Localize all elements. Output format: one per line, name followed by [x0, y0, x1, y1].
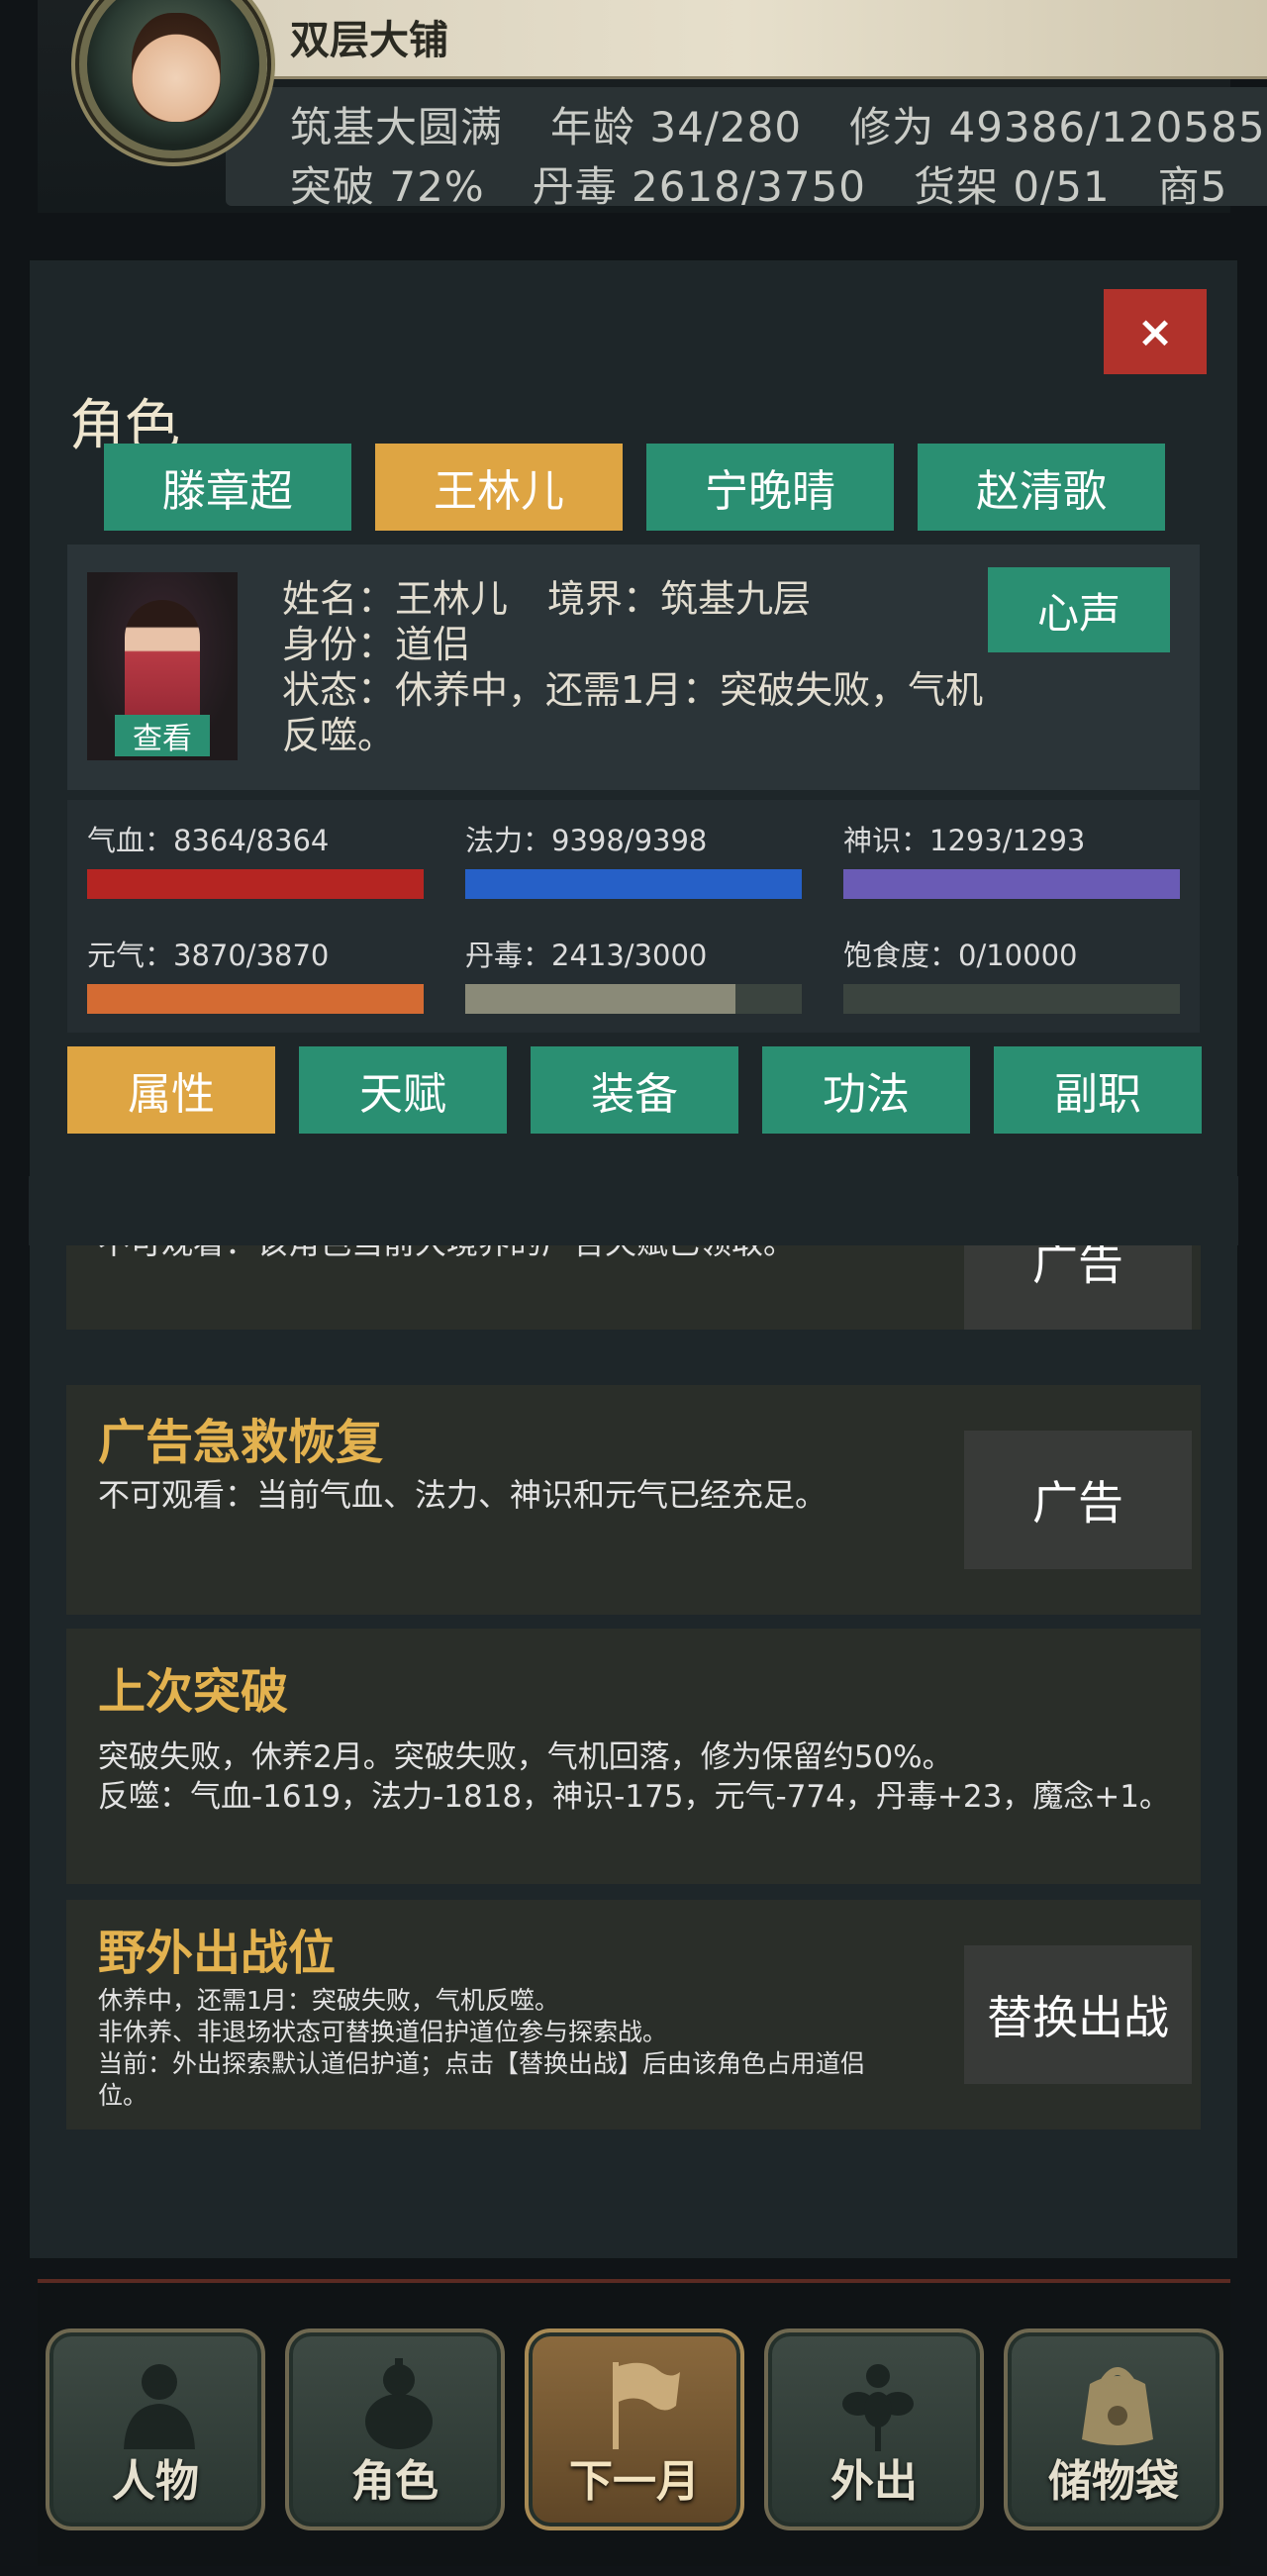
shop-name: 双层大铺 [290, 18, 448, 63]
stat-label: 神识：1293/1293 [843, 824, 1086, 857]
tab-character-3[interactable]: 宁晚晴 [646, 444, 894, 531]
stats-line-1: 筑基大圆满 年龄 34/280 修为 49386/120585 [290, 94, 1267, 154]
attributes-content[interactable]: 不可观看：该角色当前大境界的广告天赋已领取。 广告 广告急救恢复 不可观看：当前… [29, 1245, 1238, 2235]
ad-emergency-card: 广告急救恢复 不可观看：当前气血、法力、神识和元气已经充足。 广告 [66, 1385, 1201, 1615]
stat-bar-fill [87, 869, 424, 899]
stat-label: 丹毒：2413/3000 [465, 939, 708, 972]
name-realm-row: 姓名：王林儿 境界：筑基九层 [282, 576, 995, 622]
tab-equipment[interactable]: 装备 [531, 1046, 738, 1134]
stats-panel: 气血：8364/8364 法力：9398/9398 神识：1293/1293 元… [67, 800, 1200, 1033]
field-slot-line-3: 当前：外出探索默认道侣护道；点击【替换出战】后由该角色占用道侣位。 [98, 2049, 866, 2110]
field-slot-card: 野外出战位 休养中，还需1月：突破失败，气机反噬。 非休养、非退场状态可替换道侣… [66, 1900, 1201, 2130]
nav-next-month[interactable]: 下一月 [525, 2328, 744, 2530]
tab-character-1[interactable]: 滕章超 [104, 444, 351, 531]
stat-bar-fill [465, 869, 802, 899]
character-tabs: 滕章超 王林儿 宁晚晴 赵清歌 [104, 444, 1165, 531]
nav-label: 外出 [830, 2456, 918, 2507]
stat-bar [465, 984, 802, 1014]
bag-icon [1068, 2354, 1167, 2453]
tabs-divider [29, 1176, 1238, 1245]
stat-spirit: 神识：1293/1293 [843, 818, 1180, 899]
ad-talent-card: 不可观看：该角色当前大境界的广告天赋已领取。 广告 [66, 1245, 1201, 1330]
view-portrait-button[interactable]: 查看 [115, 715, 210, 756]
field-slot-line-2: 非休养、非退场状态可替换道侣护道位参与探索战。 [98, 2018, 668, 2046]
ad-talent-text: 不可观看：该角色当前大境界的广告天赋已领取。 [98, 1245, 795, 1263]
nav-label: 角色 [351, 2456, 439, 2507]
character-details: 姓名：王林儿 境界：筑基九层 身份：道侣 状态：休养中，还需1月：突破失败，气机反… [282, 576, 995, 758]
age-stat: 年龄 34/280 [550, 103, 803, 151]
bottom-navigation: 人物 角色 下一月 外出 储物袋 [38, 2279, 1230, 2566]
character-info-card: 查看 姓名：王林儿 境界：筑基九层 身份：道侣 状态：休养中，还需1月：突破失败，… [67, 545, 1200, 790]
character-status: 状态：休养中，还需1月：突破失败，气机反噬。 [282, 668, 984, 757]
stat-bar [465, 869, 802, 899]
nav-label: 人物 [112, 2456, 199, 2507]
inner-voice-button[interactable]: 心声 [988, 567, 1170, 652]
nav-role[interactable]: 角色 [285, 2328, 505, 2530]
tab-side-job[interactable]: 副职 [994, 1046, 1202, 1134]
stat-hp: 气血：8364/8364 [87, 818, 424, 899]
last-breakthrough-line-1: 突破失败，休养2月。突破失败，气机回落，修为保留约50%。 [98, 1739, 953, 1775]
last-breakthrough-title: 上次突破 [98, 1664, 289, 1720]
nav-storage-bag[interactable]: 储物袋 [1004, 2328, 1223, 2530]
avatar-portrait-icon [132, 13, 221, 122]
stat-label: 饱食度：0/10000 [843, 939, 1078, 972]
gourd-icon [349, 2354, 448, 2453]
ad-talent-button[interactable]: 广告 [964, 1245, 1192, 1330]
tab-attributes[interactable]: 属性 [67, 1046, 275, 1134]
stat-label: 元气：3870/3870 [87, 939, 330, 972]
flag-icon [589, 2354, 688, 2453]
field-slot-title: 野外出战位 [98, 1926, 337, 1981]
stat-bar-fill [87, 984, 424, 1014]
pill-toxin-stat: 丹毒 2618/3750 [532, 162, 866, 211]
ad-emergency-title: 广告急救恢复 [98, 1415, 384, 1470]
last-breakthrough-card: 上次突破 突破失败，休养2月。突破失败，气机回落，修为保留约50%。 反噬：气血… [66, 1629, 1201, 1884]
close-button[interactable]: × [1104, 289, 1207, 374]
stat-vitality: 元气：3870/3870 [87, 933, 424, 1014]
field-slot-line-1: 休养中，还需1月：突破失败，气机反噬。 [98, 1986, 559, 2015]
stat-satiety: 饱食度：0/10000 [843, 933, 1180, 1014]
flower-icon [828, 2354, 927, 2453]
tab-character-2[interactable]: 王林儿 [375, 444, 623, 531]
nav-label: 储物袋 [1048, 2456, 1179, 2507]
stat-bar [87, 984, 424, 1014]
ad-emergency-text: 不可观看：当前气血、法力、神识和元气已经充足。 [98, 1476, 828, 1514]
swap-battle-button[interactable]: 替换出战 [964, 1945, 1192, 2084]
tab-talents[interactable]: 天赋 [299, 1046, 507, 1134]
stat-bar-fill [843, 869, 1180, 899]
tab-techniques[interactable]: 功法 [762, 1046, 970, 1134]
top-status-header: 双层大铺 筑基大圆满 年龄 34/280 修为 49386/120585 突破 72… [38, 0, 1267, 213]
last-breakthrough-line-2: 反噬：气血-1619，法力-1818，神识-175，元气-774，丹毒+23，魔… [98, 1779, 1170, 1815]
character-realm: 境界：筑基九层 [547, 577, 812, 621]
detail-tabs: 属性 天赋 装备 功法 副职 [67, 1046, 1202, 1134]
breakthrough-stat: 突破 72% [290, 162, 485, 211]
character-name: 姓名：王林儿 [282, 577, 509, 621]
nav-person[interactable]: 人物 [46, 2328, 265, 2530]
stat-bar [843, 869, 1180, 899]
merchant-stat: 商5 [1157, 162, 1228, 211]
stat-mana: 法力：9398/9398 [465, 818, 802, 899]
person-icon [110, 2354, 209, 2453]
stat-bar-fill [465, 984, 736, 1014]
stat-label: 法力：9398/9398 [465, 824, 708, 857]
character-identity: 身份：道侣 [282, 623, 471, 666]
nav-go-out[interactable]: 外出 [764, 2328, 984, 2530]
stats-line-2: 突破 72% 丹毒 2618/3750 货架 0/51 商5 [290, 153, 1267, 214]
stat-pill-toxin: 丹毒：2413/3000 [465, 933, 802, 1014]
ad-emergency-button[interactable]: 广告 [964, 1431, 1192, 1569]
cultivation-stat: 修为 49386/120585 [849, 103, 1266, 151]
shelf-stat: 货架 0/51 [913, 162, 1111, 211]
realm-stat: 筑基大圆满 [290, 103, 504, 151]
nav-label: 下一月 [569, 2456, 700, 2507]
stat-bar [843, 984, 1180, 1014]
tab-character-4[interactable]: 赵清歌 [918, 444, 1165, 531]
stat-label: 气血：8364/8364 [87, 824, 330, 857]
stat-bar [87, 869, 424, 899]
